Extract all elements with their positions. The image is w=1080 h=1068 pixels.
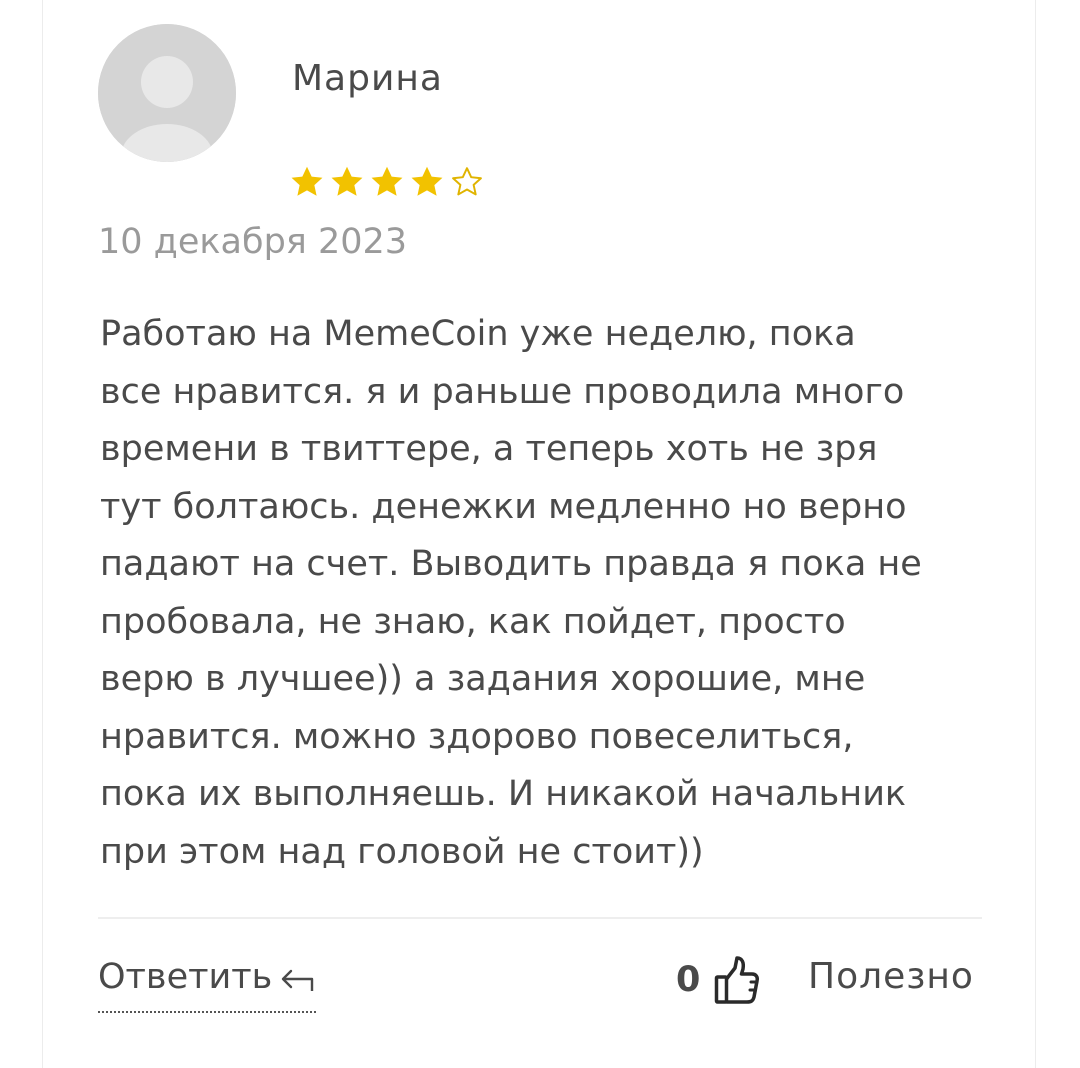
avatar (98, 24, 236, 162)
review-author: Марина (292, 58, 443, 99)
review-text: Работаю на MemeCoin уже неделю, пока все… (100, 314, 922, 872)
reply-arrow-icon (282, 969, 314, 991)
star-filled-icon (371, 166, 403, 196)
review-date: 10 декабря 2023 (98, 222, 408, 262)
reply-label: Ответить (98, 957, 273, 997)
like-count: 0 (676, 960, 701, 1000)
star-rating (289, 160, 485, 204)
divider (98, 917, 982, 919)
star-empty-icon (452, 167, 482, 196)
thumbs-up-icon (715, 956, 760, 1004)
user-placeholder-icon (98, 24, 236, 162)
reply-button[interactable]: Ответить (98, 955, 317, 1013)
like-button[interactable] (714, 955, 760, 1005)
star-filled-icon (291, 166, 323, 196)
useful-button[interactable]: Полезно (808, 956, 974, 997)
like-counter: 0 (676, 950, 760, 1010)
star-filled-icon (331, 166, 363, 196)
star-filled-icon (411, 166, 443, 196)
